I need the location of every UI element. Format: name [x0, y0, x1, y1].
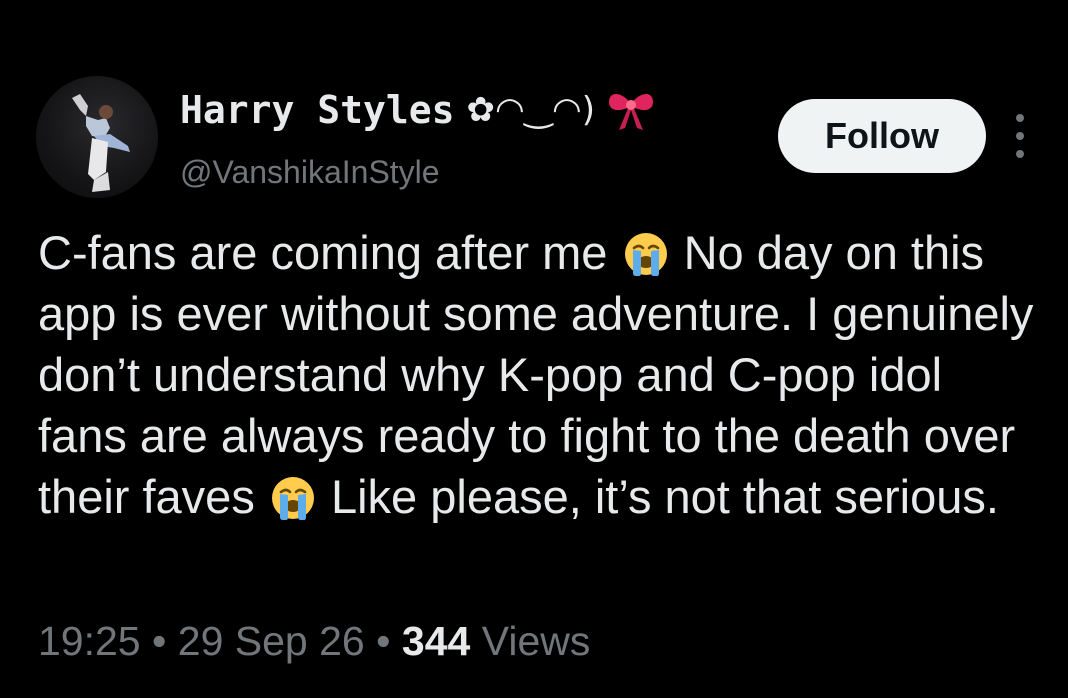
follow-button[interactable]: Follow: [778, 99, 986, 173]
ribbon-bow-icon: [608, 93, 653, 130]
tweet-text-segment: Like please, it’s not that serious.: [330, 470, 999, 523]
display-name[interactable]: Harry Styles ✿◠‿◠): [180, 88, 657, 132]
display-name-text[interactable]: Harry Styles: [180, 88, 455, 132]
tweet-date[interactable]: 29 Sep 26: [178, 618, 365, 664]
tweet-text-segment: C-fans are coming after me: [38, 226, 608, 279]
tweet-text: C-fans are coming after me No day on thi…: [38, 222, 1038, 527]
user-handle[interactable]: @VanshikaInStyle: [180, 154, 440, 191]
avatar[interactable]: [36, 76, 158, 198]
tweet-time[interactable]: 19:25: [38, 618, 141, 664]
avatar-image: [72, 94, 130, 192]
views-count[interactable]: 344: [402, 618, 470, 664]
loudly-crying-face-icon: [624, 233, 667, 276]
meta-separator: •: [152, 618, 167, 664]
meta-separator: •: [376, 618, 391, 664]
more-dot: [1016, 150, 1024, 158]
tweet-metadata: 19:25 • 29 Sep 26 • 344 Views: [38, 618, 590, 665]
more-dot: [1016, 114, 1024, 122]
more-dot: [1016, 132, 1024, 140]
display-name-decoration: ✿◠‿◠): [466, 90, 595, 130]
more-vertical-icon[interactable]: [1010, 114, 1030, 158]
loudly-crying-face-icon: [271, 477, 314, 520]
views-label[interactable]: Views: [482, 618, 591, 664]
